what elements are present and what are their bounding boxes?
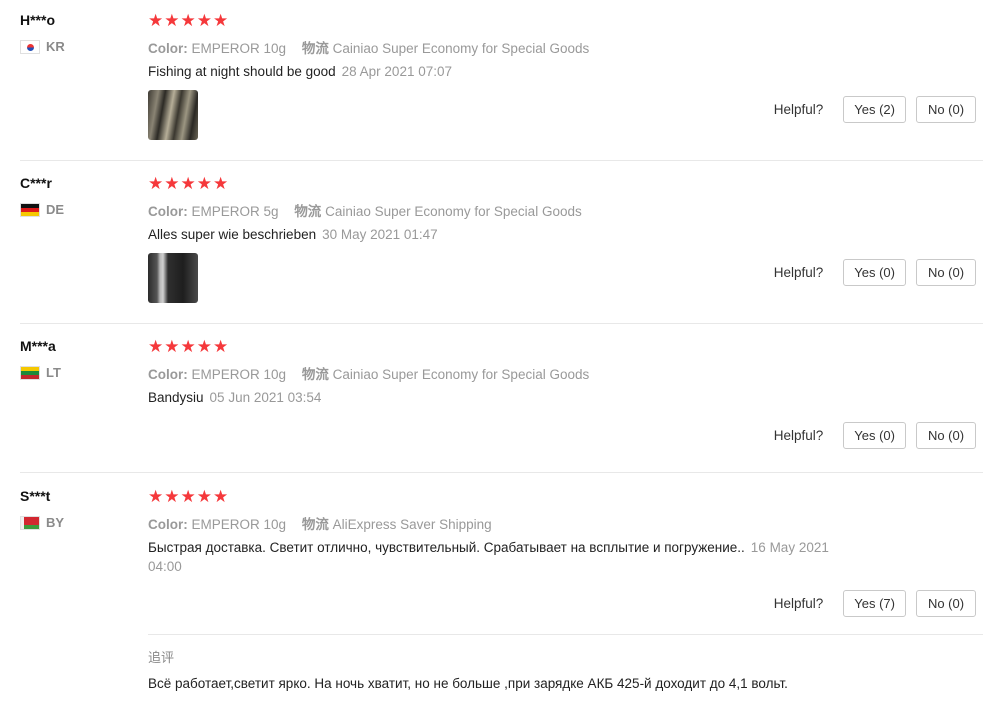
divider — [20, 472, 983, 473]
helpful-no-button[interactable]: No (0) — [916, 590, 976, 617]
reviewer-name: M***a — [20, 338, 56, 354]
reviewer-name: C***r — [20, 175, 52, 191]
de-flag-icon — [20, 202, 40, 217]
color-label: Color: — [148, 41, 188, 56]
divider — [20, 323, 983, 324]
shipping-value: Cainiao Super Economy for Special Goods — [332, 367, 590, 382]
followup-text: Всё работает,светит ярко. На ночь хватит… — [148, 676, 788, 691]
shipping-label: 物流 — [301, 41, 329, 56]
color-label: Color: — [148, 367, 188, 382]
helpful-vote: Helpful? Yes (7) No (0) — [774, 590, 976, 617]
color-label: Color: — [148, 204, 188, 219]
reviewer-name: S***t — [20, 488, 51, 504]
helpful-no-button[interactable]: No (0) — [916, 96, 976, 123]
country-code: LT — [46, 365, 61, 380]
review-date: 28 Apr 2021 07:07 — [341, 64, 452, 79]
rating-stars: ★★★★★ — [148, 337, 230, 356]
shipping-label: 物流 — [301, 367, 329, 382]
helpful-vote: Helpful? Yes (2) No (0) — [774, 96, 976, 123]
review-photo[interactable] — [148, 253, 198, 303]
shipping-value: Cainiao Super Economy for Special Goods — [325, 204, 582, 219]
review-body: Быстрая доставка. Светит отлично, чувств… — [148, 540, 745, 555]
reviewer-country: BY — [20, 515, 64, 530]
rating-stars: ★★★★★ — [148, 487, 230, 506]
shipping-value: Cainiao Super Economy for Special Goods — [332, 41, 590, 56]
helpful-label: Helpful? — [773, 596, 824, 611]
followup-label: 追评 — [148, 650, 175, 665]
by-flag-icon — [20, 515, 40, 530]
helpful-no-button[interactable]: No (0) — [916, 259, 976, 286]
helpful-vote: Helpful? Yes (0) No (0) — [774, 259, 976, 286]
helpful-yes-button[interactable]: Yes (7) — [843, 590, 906, 617]
review-meta: Color: EMPEROR 10g 物流 Cainiao Super Econ… — [148, 363, 589, 383]
helpful-no-button[interactable]: No (0) — [916, 422, 976, 449]
shipping-value: AliExpress Saver Shipping — [332, 517, 492, 532]
review-meta: Color: EMPEROR 5g 物流 Cainiao Super Econo… — [148, 200, 582, 220]
review-text: Alles super wie beschrieben 30 May 2021 0… — [148, 225, 438, 244]
review-date: 30 May 2021 01:47 — [322, 227, 438, 242]
color-value: EMPEROR 10g — [191, 517, 287, 532]
reviewer-name: H***o — [20, 12, 56, 28]
review-meta: Color: EMPEROR 10g 物流 Cainiao Super Econ… — [148, 37, 589, 57]
color-value: EMPEROR 10g — [191, 367, 287, 382]
helpful-vote: Helpful? Yes (0) No (0) — [774, 422, 976, 449]
helpful-yes-button[interactable]: Yes (0) — [843, 259, 906, 286]
followup-divider — [148, 634, 983, 635]
helpful-label: Helpful? — [773, 428, 824, 443]
review-text: Быстрая доставка. Светит отлично, чувств… — [148, 538, 858, 576]
review-body: Bandysiu — [148, 390, 204, 405]
review-text: Bandysiu 05 Jun 2021 03:54 — [148, 388, 321, 407]
helpful-label: Helpful? — [773, 265, 824, 280]
helpful-label: Helpful? — [773, 102, 824, 117]
color-label: Color: — [148, 517, 188, 532]
reviewer-country: DE — [20, 202, 64, 217]
country-code: BY — [46, 515, 65, 530]
review-text: Fishing at night should be good 28 Apr 20… — [148, 62, 452, 81]
rating-stars: ★★★★★ — [148, 11, 230, 30]
color-value: EMPEROR 5g — [191, 204, 279, 219]
review-photo[interactable] — [148, 90, 198, 140]
divider — [20, 160, 983, 161]
rating-stars: ★★★★★ — [148, 174, 230, 193]
color-value: EMPEROR 10g — [191, 41, 287, 56]
review-body: Fishing at night should be good — [148, 64, 336, 79]
reviewer-country: LT — [20, 365, 61, 380]
review-body: Alles super wie beschrieben — [148, 227, 317, 242]
shipping-label: 物流 — [294, 204, 322, 219]
review-meta: Color: EMPEROR 10g 物流 AliExpress Saver S… — [148, 513, 492, 533]
lt-flag-icon — [20, 365, 40, 380]
kr-flag-icon — [20, 39, 40, 54]
helpful-yes-button[interactable]: Yes (0) — [843, 422, 906, 449]
review-date: 05 Jun 2021 03:54 — [209, 390, 322, 405]
reviewer-country: KR — [20, 39, 65, 54]
shipping-label: 物流 — [301, 517, 329, 532]
helpful-yes-button[interactable]: Yes (2) — [843, 96, 906, 123]
country-code: DE — [46, 202, 65, 217]
country-code: KR — [46, 39, 65, 54]
